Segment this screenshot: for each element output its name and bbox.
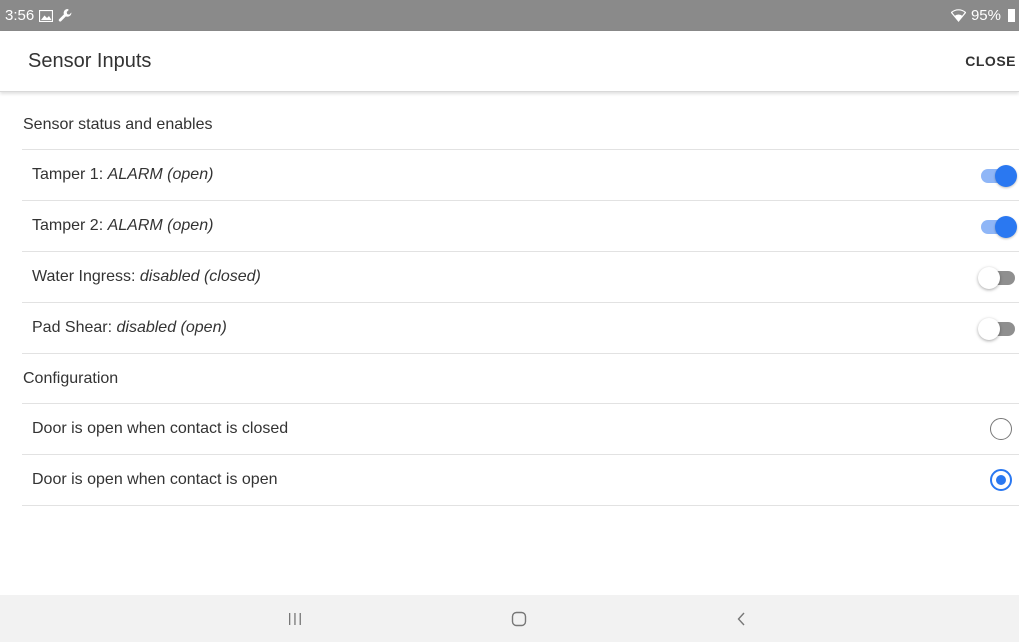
sensor-label: Pad Shear: disabled (open) <box>32 319 227 337</box>
sensor-name: Pad Shear: <box>32 319 117 336</box>
section-header-configuration: Configuration <box>22 354 1019 404</box>
config-option-label: Door is open when contact is closed <box>32 420 289 437</box>
config-radio-button[interactable] <box>990 469 1012 491</box>
status-left: 3:56 <box>5 7 73 24</box>
recent-apps-icon[interactable] <box>275 605 315 633</box>
battery-percent: 95% <box>970 7 1001 24</box>
sensor-label: Tamper 2: ALARM (open) <box>32 217 213 235</box>
config-option-label: Door is open when contact is open <box>32 471 278 488</box>
configuration-list: Door is open when contact is closed Door … <box>22 404 1019 506</box>
enable-toggle[interactable] <box>980 215 1017 238</box>
config-radio-button[interactable] <box>990 418 1012 440</box>
navigation-bar <box>0 595 1019 642</box>
status-time: 3:56 <box>5 7 35 24</box>
page-title: Sensor Inputs <box>28 49 152 72</box>
sensor-list: Tamper 1: ALARM (open) Tamper 2: ALARM (o… <box>22 150 1019 354</box>
sensor-status: disabled (open) <box>116 319 227 336</box>
config-option-row[interactable]: Door is open when contact is closed <box>22 404 1019 455</box>
sensor-status: ALARM (open) <box>107 166 214 183</box>
sensor-label: Tamper 1: ALARM (open) <box>32 166 213 184</box>
config-option-row[interactable]: Door is open when contact is open <box>22 455 1019 506</box>
sensor-row: Pad Shear: disabled (open) <box>22 303 1019 354</box>
gallery-icon <box>39 9 54 22</box>
sensor-status: disabled (closed) <box>139 268 261 285</box>
toggle-thumb <box>995 216 1017 238</box>
app-bar: Sensor Inputs CLOSE <box>0 31 1019 92</box>
sensor-row: Tamper 2: ALARM (open) <box>22 201 1019 252</box>
wrench-icon <box>58 8 73 23</box>
back-icon[interactable] <box>722 605 762 633</box>
toggle-thumb <box>978 318 1000 340</box>
home-icon[interactable] <box>499 605 539 633</box>
settings-content: Sensor status and enables Tamper 1: ALAR… <box>22 100 1019 506</box>
battery-icon <box>1008 9 1015 22</box>
sensor-row: Water Ingress: disabled (closed) <box>22 252 1019 303</box>
sensor-label: Water Ingress: disabled (closed) <box>32 268 261 286</box>
enable-toggle[interactable] <box>978 317 1016 340</box>
sensor-name: Tamper 1: <box>32 166 108 183</box>
enable-toggle[interactable] <box>978 266 1016 289</box>
toggle-thumb <box>995 165 1017 187</box>
toggle-thumb <box>978 267 1000 289</box>
wifi-icon <box>950 9 966 22</box>
status-bar: 3:56 95% <box>0 0 1019 31</box>
sensor-status: ALARM (open) <box>107 217 214 234</box>
sensor-name: Tamper 2: <box>32 217 108 234</box>
section-header-sensors: Sensor status and enables <box>22 100 1019 150</box>
sensor-name: Water Ingress: <box>32 268 140 285</box>
status-right: 95% <box>950 7 1015 24</box>
sensor-row: Tamper 1: ALARM (open) <box>22 150 1019 201</box>
enable-toggle[interactable] <box>980 164 1017 187</box>
close-button[interactable]: CLOSE <box>965 45 1016 77</box>
